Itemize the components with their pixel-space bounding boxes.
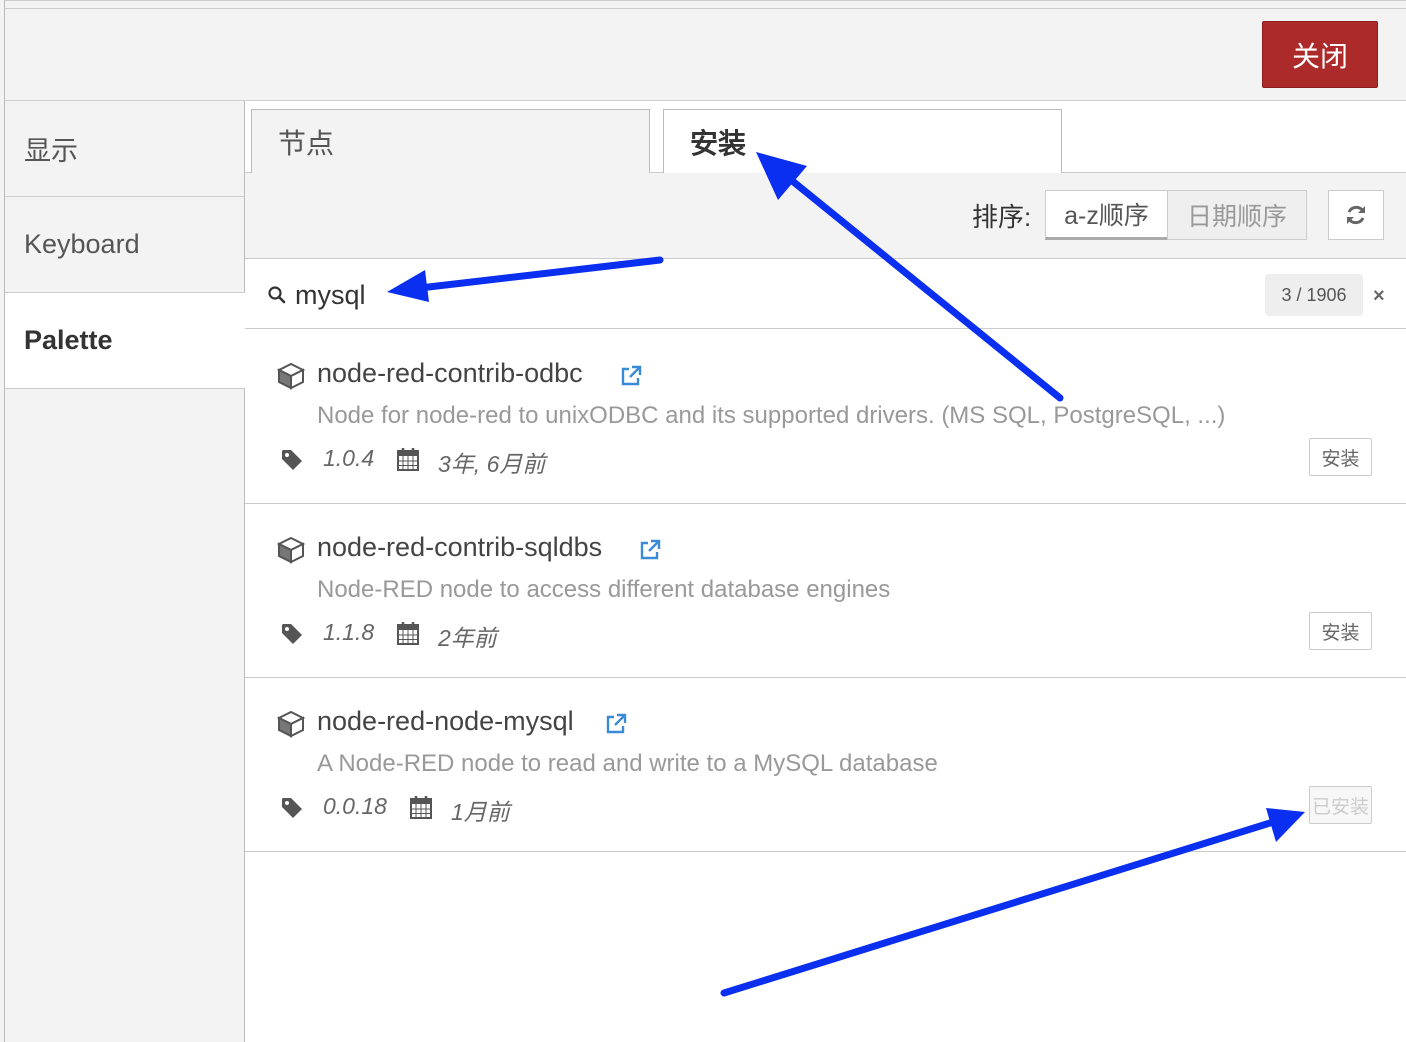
sidebar-item-display[interactable]: 显示 <box>5 101 245 197</box>
tab-install[interactable]: 安装 <box>663 109 1062 174</box>
external-link-icon[interactable] <box>619 364 643 388</box>
calendar-icon <box>410 796 432 819</box>
sidebar-item-keyboard[interactable]: Keyboard <box>5 197 245 293</box>
external-link-icon[interactable] <box>638 538 662 562</box>
package-name: node-red-contrib-odbc <box>317 358 583 388</box>
sort-date-button[interactable]: 日期顺序 <box>1167 190 1307 240</box>
package-name: node-red-contrib-sqldbs <box>317 532 603 562</box>
package-description: Node-RED node to access different databa… <box>317 576 891 603</box>
tab-nodes[interactable]: 节点 <box>251 109 650 173</box>
tag-icon <box>282 624 302 644</box>
search-input[interactable] <box>295 275 995 315</box>
installed-button: 已安装 <box>1309 786 1372 824</box>
package-version: 1.1.8 <box>323 619 375 645</box>
settings-sidebar: 显示 Keyboard Palette <box>4 101 246 1042</box>
package-icon <box>277 710 305 738</box>
calendar-icon <box>397 448 419 471</box>
tab-label: 安装 <box>690 128 747 159</box>
sort-label: 排序: <box>972 202 1032 232</box>
search-icon <box>268 286 286 304</box>
install-button[interactable]: 安装 <box>1309 612 1372 650</box>
package-description: Node for node-red to unixODBC and its su… <box>317 402 1226 429</box>
search-bar: 3 / 1906 × <box>245 259 1406 329</box>
package-description: A Node-RED node to read and write to a M… <box>317 750 938 777</box>
sidebar-item-label: Palette <box>24 325 113 355</box>
refresh-icon <box>1347 205 1365 225</box>
package-updated: 1月前 <box>451 799 510 825</box>
package-updated: 2年前 <box>438 625 497 651</box>
close-button[interactable]: 关闭 <box>1262 21 1378 88</box>
sidebar-item-label: 显示 <box>24 136 78 166</box>
tab-label: 节点 <box>278 127 335 159</box>
package-icon <box>277 536 305 564</box>
install-button[interactable]: 安装 <box>1309 438 1372 476</box>
list-item: node-red-node-mysql A Node-RED node to r… <box>245 678 1406 852</box>
palette-panel: 节点 安装 排序: a-z顺序 日期顺序 3 / 1906 × <box>245 101 1406 1042</box>
sort-toolbar: 排序: a-z顺序 日期顺序 <box>245 173 1406 259</box>
sidebar-item-label: Keyboard <box>24 229 140 259</box>
list-item: node-red-contrib-sqldbs Node-RED node to… <box>245 504 1406 678</box>
refresh-button[interactable] <box>1328 190 1384 240</box>
package-version: 0.0.18 <box>323 793 387 819</box>
clear-search-icon[interactable]: × <box>1373 285 1385 308</box>
calendar-icon <box>397 622 419 645</box>
package-name: node-red-node-mysql <box>317 706 574 736</box>
results-list: node-red-contrib-odbc Node for node-red … <box>245 330 1406 852</box>
package-updated: 3年, 6月前 <box>438 451 546 477</box>
list-item: node-red-contrib-odbc Node for node-red … <box>245 330 1406 504</box>
palette-tabs: 节点 安装 <box>245 101 1406 174</box>
package-version: 1.0.4 <box>323 445 375 471</box>
dialog-header: 关闭 <box>4 8 1406 101</box>
sort-az-button[interactable]: a-z顺序 <box>1045 190 1168 240</box>
external-link-icon[interactable] <box>604 712 628 736</box>
package-icon <box>277 362 305 390</box>
tag-icon <box>282 798 302 818</box>
result-count-badge: 3 / 1906 <box>1265 274 1363 316</box>
sidebar-item-palette[interactable]: Palette <box>5 293 246 389</box>
tag-icon <box>282 450 302 470</box>
